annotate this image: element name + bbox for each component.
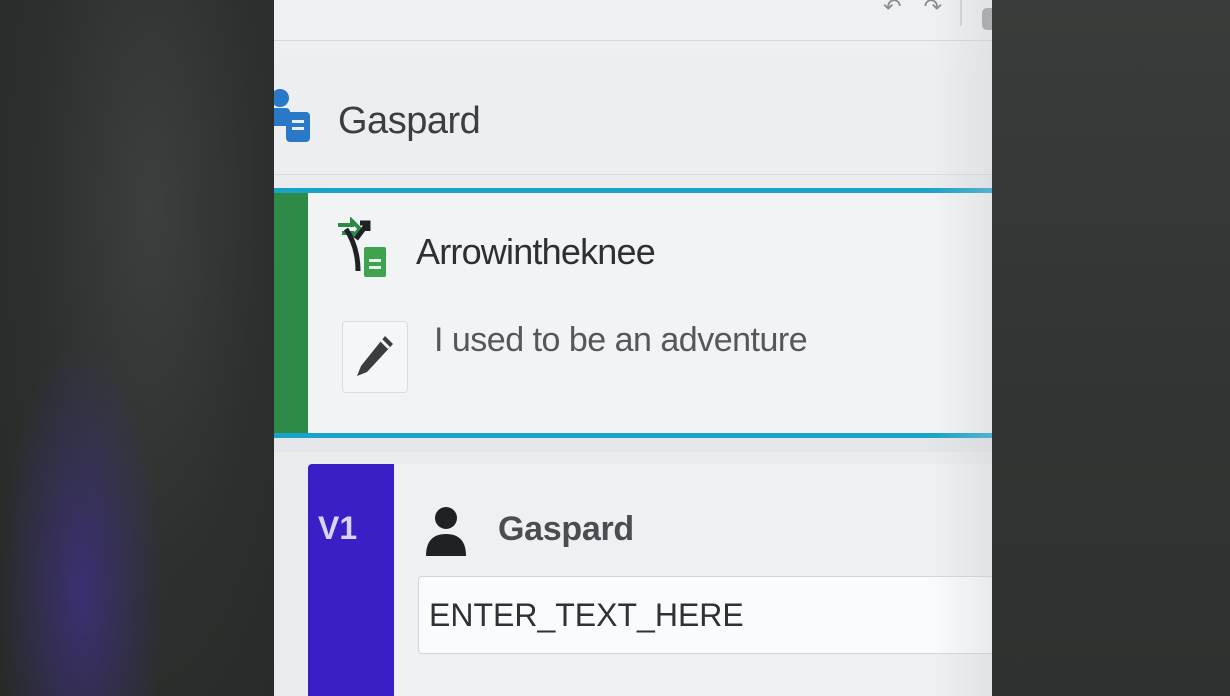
status-stripe: [274, 193, 308, 433]
merge-icon: [338, 217, 386, 277]
background-left: [0, 0, 274, 696]
toolbar-divider: [960, 0, 962, 26]
version-badge: V1: [308, 464, 394, 696]
edit-button[interactable]: [342, 321, 408, 393]
background-right: [992, 0, 1230, 696]
toolbar-button[interactable]: [982, 8, 992, 30]
photo-frame: ↶ ↷ Gaspard Arrowintheknee I used to be …: [0, 0, 1230, 696]
version-badge-label: V1: [318, 510, 358, 546]
redo-icon[interactable]: ↷: [924, 0, 942, 20]
version-user-name: Gaspard: [498, 510, 634, 548]
thread-author-name: Gaspard: [338, 100, 481, 142]
toolbar-icons: ↶ ↷: [883, 0, 942, 20]
person-icon: [426, 507, 466, 556]
toolbar: ↶ ↷: [274, 0, 992, 41]
commit-title: Arrowintheknee: [416, 231, 656, 272]
undo-icon[interactable]: ↶: [883, 0, 901, 20]
thread-header[interactable]: Gaspard: [274, 78, 992, 175]
pencil-icon: [357, 336, 393, 376]
comment-input[interactable]: [418, 576, 992, 654]
commit-card[interactable]: Arrowintheknee I used to be an adventure: [274, 188, 992, 438]
commit-message: I used to be an adventure: [434, 321, 808, 359]
app-screen: ↶ ↷ Gaspard Arrowintheknee I used to be …: [274, 0, 992, 696]
version-row: V1 Gaspard: [274, 452, 992, 696]
users-icon: [274, 89, 310, 142]
